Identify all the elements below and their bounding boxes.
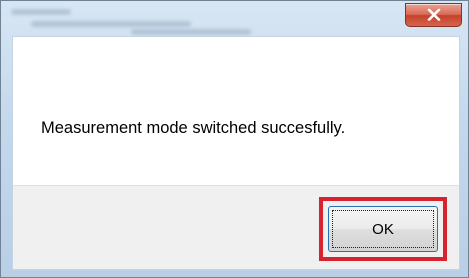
dialog-content: Measurement mode switched succesfully. O… (13, 37, 459, 269)
close-icon (427, 8, 440, 21)
dialog-footer: OK (13, 185, 459, 269)
close-button[interactable] (405, 3, 462, 27)
ok-button[interactable]: OK (328, 206, 438, 252)
ok-button-highlight: OK (319, 197, 447, 261)
dialog-message: Measurement mode switched succesfully. (41, 119, 346, 137)
message-dialog: Measurement mode switched succesfully. O… (0, 0, 469, 278)
dialog-titlebar[interactable] (1, 1, 468, 39)
